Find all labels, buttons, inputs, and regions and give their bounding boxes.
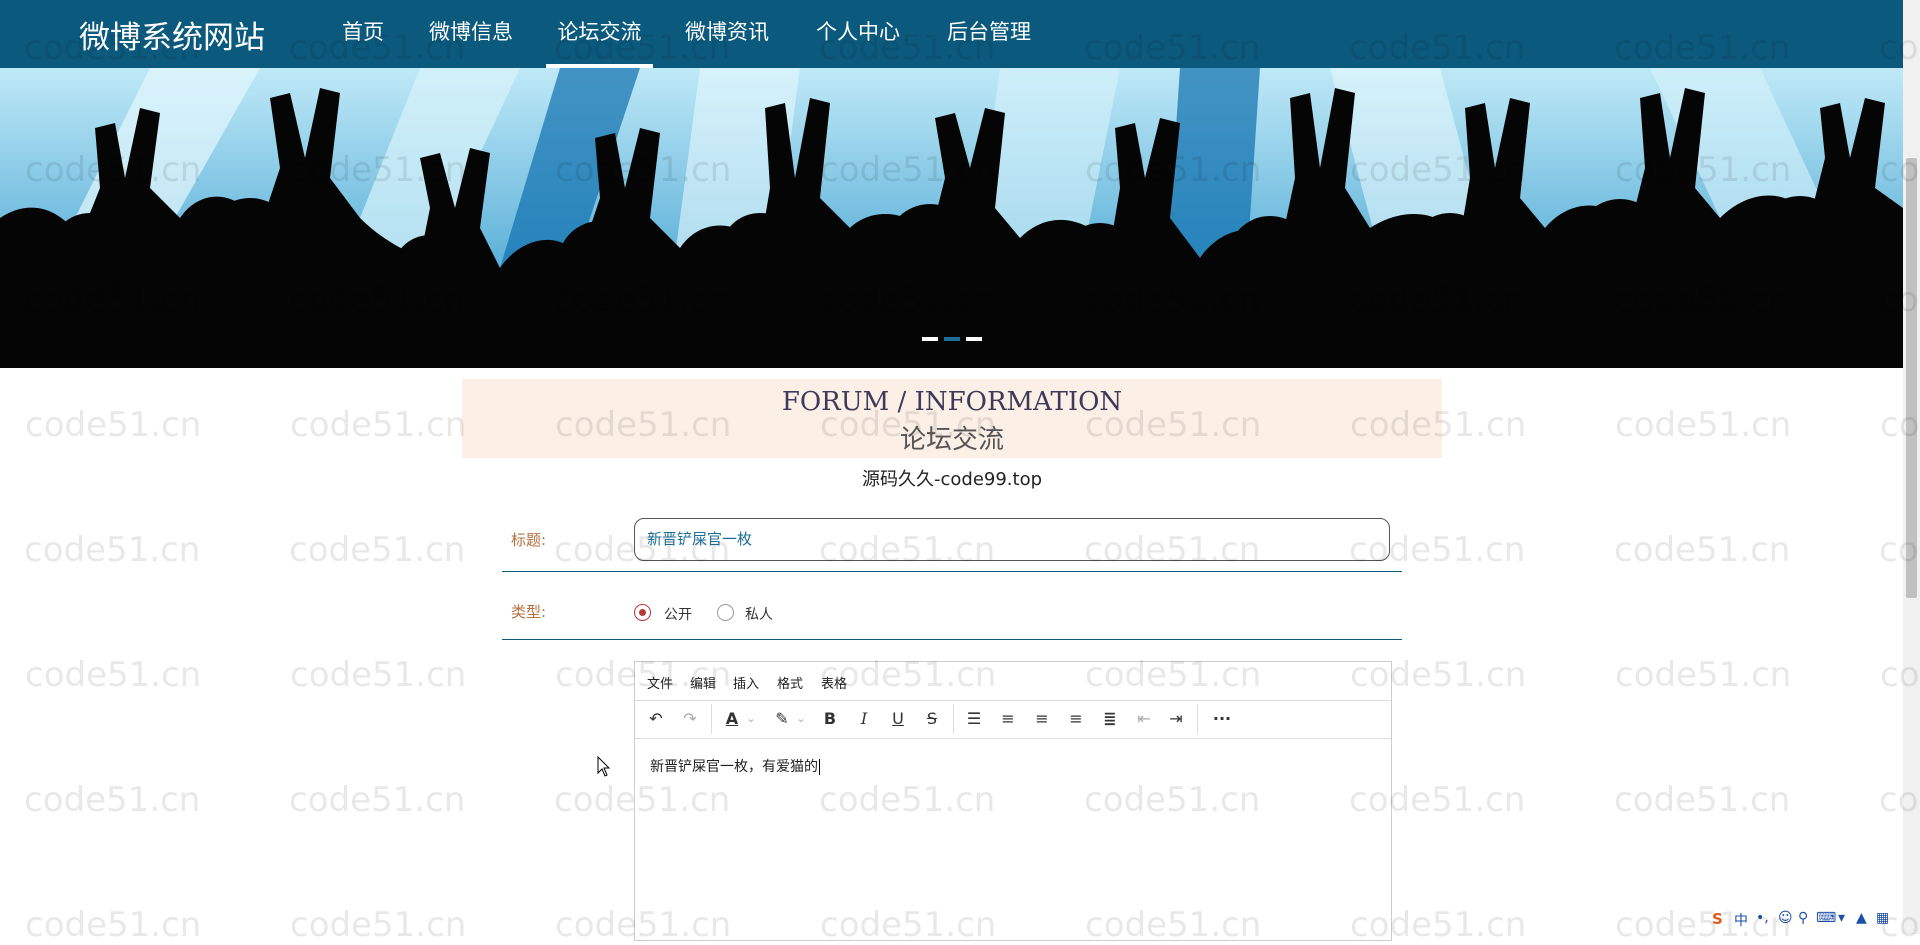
highlight-icon[interactable]: ✎ [771,708,793,730]
type-label: 类型: [511,603,547,621]
banner-carousel[interactable] [0,68,1903,368]
title-input[interactable]: 新晋铲屎官一枚 [634,518,1390,561]
ime-mode-indicator[interactable]: 中 [1734,910,1748,930]
menu-insert[interactable]: 插入 [733,673,759,692]
watermark-text: code51.cn [25,405,202,445]
watermark-text: code51.cn [1615,405,1792,445]
watermark-text: code51.cn [1614,530,1791,570]
editor-content-area[interactable]: 新晋铲屎官一枚，有爱猫的 [650,756,820,776]
list-icon[interactable]: ☰ [963,708,985,730]
watermark-text: code51.cn [1615,655,1792,695]
section-heading: FORUM / INFORMATION 论坛交流 [462,379,1442,458]
editor-toolbar: ↶ ↷ A ⌄ ✎ ⌄ B I U S ☰ ≡ ≡ ≡ ≣ ⇤ ⇥ ··· [635,700,1391,739]
toolbar-separator [953,704,954,734]
align-right-icon[interactable]: ≡ [1065,708,1087,730]
indent-icon[interactable]: ⇥ [1165,708,1187,730]
type-private-label[interactable]: 私人 [745,604,773,624]
font-color-icon[interactable]: A [721,708,743,730]
watermark-text: code51.cn [290,655,467,695]
title-label: 标题: [511,531,547,549]
site-title[interactable]: 微博系统网站 [79,12,265,57]
align-left-icon[interactable]: ≡ [997,708,1019,730]
type-public-radio[interactable] [634,604,651,621]
more-icon[interactable]: ··· [1209,708,1235,730]
skin-icon[interactable]: ▾ [1838,910,1845,926]
type-public-label[interactable]: 公开 [664,604,692,624]
chevron-down-icon[interactable]: ⌄ [795,708,807,730]
mouse-pointer-icon [597,756,611,777]
carousel-dot-3[interactable] [966,337,982,341]
section-subtitle: 源码久久-code99.top [861,469,1043,490]
watermark-text: code51.cn [289,780,466,820]
crowd-silhouette-image [0,68,1903,368]
text-caret [819,759,820,775]
editor-text: 新晋铲屎官一枚，有爱猫的 [650,759,818,775]
italic-icon[interactable]: I [853,708,875,730]
sogou-logo-icon[interactable]: S [1712,910,1723,928]
outdent-icon[interactable]: ⇤ [1133,708,1155,730]
bold-icon[interactable]: B [819,708,841,730]
watermark-text: code51.cn [25,905,202,945]
shirt-icon[interactable]: ▲ [1856,910,1867,926]
redo-icon[interactable]: ↷ [679,708,701,730]
watermark-text: code51.cn [24,780,201,820]
watermark-text: code51.cn [1614,780,1791,820]
nav-item-forum[interactable]: 论坛交流 [546,0,653,68]
undo-icon[interactable]: ↶ [645,708,667,730]
underline-icon[interactable]: U [887,708,909,730]
emoji-icon[interactable]: ☺ [1778,910,1793,926]
microphone-icon[interactable]: ⚲ [1798,910,1808,926]
nav-item-home[interactable]: 首页 [340,0,386,68]
justify-icon[interactable]: ≣ [1099,708,1121,730]
carousel-dot-1[interactable] [922,337,938,341]
section-title-en: FORUM / INFORMATION [781,387,1123,417]
watermark-text: code51.cn [25,655,202,695]
toolbar-separator [711,704,712,734]
watermark-text: code51.cn [290,405,467,445]
nav-item-weibo-news[interactable]: 微博资讯 [683,0,771,68]
menu-table[interactable]: 表格 [821,673,847,692]
editor-menubar: 文件 编辑 插入 格式 表格 [635,662,1391,701]
watermark-text: code51.cn [24,530,201,570]
nav-item-weibo-info[interactable]: 微博信息 [427,0,515,68]
grid-icon[interactable]: ▦ [1876,910,1889,926]
strikethrough-icon[interactable]: S [921,708,943,730]
nav-item-admin[interactable]: 后台管理 [945,0,1033,68]
watermark-text: code51.cn [290,905,467,945]
align-center-icon[interactable]: ≡ [1031,708,1053,730]
punctuation-icon[interactable]: •, [1756,910,1769,926]
menu-format[interactable]: 格式 [777,673,803,692]
page-scrollbar-thumb[interactable] [1906,158,1917,598]
chevron-down-icon[interactable]: ⌄ [745,708,757,730]
section-title-cn: 论坛交流 [899,425,1004,455]
type-private-radio[interactable] [717,604,734,621]
top-nav: 微博系统网站 首页 微博信息 论坛交流 微博资讯 个人中心 后台管理 [0,0,1920,68]
toolbar-separator [1197,704,1198,734]
watermark-text: code51.cn [289,530,466,570]
menu-file[interactable]: 文件 [647,673,673,692]
nav-item-personal-center[interactable]: 个人中心 [814,0,902,68]
row-divider [502,571,1402,572]
rich-text-editor: 文件 编辑 插入 格式 表格 ↶ ↷ A ⌄ ✎ ⌄ B I U S ☰ ≡ ≡… [634,661,1392,941]
row-divider [502,639,1402,640]
menu-edit[interactable]: 编辑 [690,673,716,692]
carousel-dot-2[interactable] [944,337,960,341]
keyboard-icon[interactable]: ⌨ [1816,910,1836,926]
